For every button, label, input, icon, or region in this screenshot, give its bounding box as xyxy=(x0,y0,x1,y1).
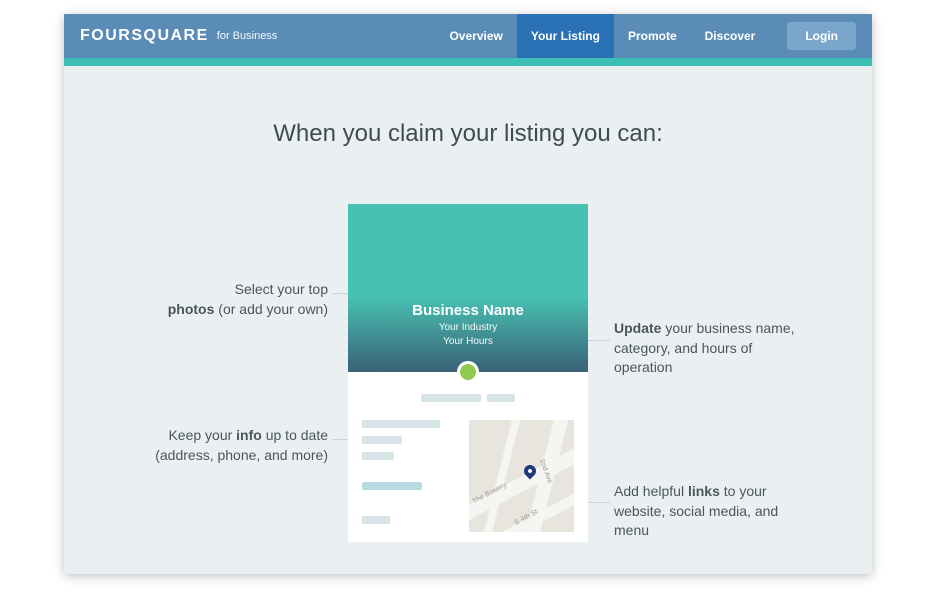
callout-update: Update your business name, category, and… xyxy=(614,319,814,378)
nav-overview[interactable]: Overview xyxy=(435,14,516,58)
placeholder-line xyxy=(487,394,515,402)
status-dot-icon xyxy=(457,361,479,383)
map-thumbnail: The Bowery 2nd Ave E 4th St xyxy=(469,420,574,532)
placeholder-link-line xyxy=(362,482,422,490)
placeholder-line xyxy=(421,394,481,402)
card-header: Business Name Your Industry Your Hours xyxy=(348,204,588,372)
nav-promote[interactable]: Promote xyxy=(614,14,691,58)
placeholder-line xyxy=(362,516,390,524)
page-title: When you claim your listing you can: xyxy=(64,120,872,148)
login-button[interactable]: Login xyxy=(787,22,856,50)
logo: FOURSQUARE xyxy=(80,27,209,45)
callout-links: Add helpful links to your website, socia… xyxy=(614,482,814,541)
listing-preview-card: Business Name Your Industry Your Hours xyxy=(348,204,588,542)
accent-strip xyxy=(64,58,872,66)
placeholder-line xyxy=(362,420,440,428)
card-body: The Bowery 2nd Ave E 4th St xyxy=(348,372,588,542)
placeholder-line xyxy=(362,436,402,444)
business-industry: Your Industry xyxy=(348,322,588,333)
nav-your-listing[interactable]: Your Listing xyxy=(517,14,614,58)
callout-info: Keep your info up to date (address, phon… xyxy=(110,426,328,465)
placeholder-line xyxy=(362,452,394,460)
business-hours: Your Hours xyxy=(348,336,588,347)
top-nav: FOURSQUARE for Business Overview Your Li… xyxy=(64,14,872,58)
nav-discover[interactable]: Discover xyxy=(691,14,770,58)
business-name: Business Name xyxy=(348,204,588,319)
callout-photos: Select your top photos (or add your own) xyxy=(110,280,328,319)
info-placeholder-block xyxy=(362,420,455,532)
brand-suffix: for Business xyxy=(217,30,278,42)
